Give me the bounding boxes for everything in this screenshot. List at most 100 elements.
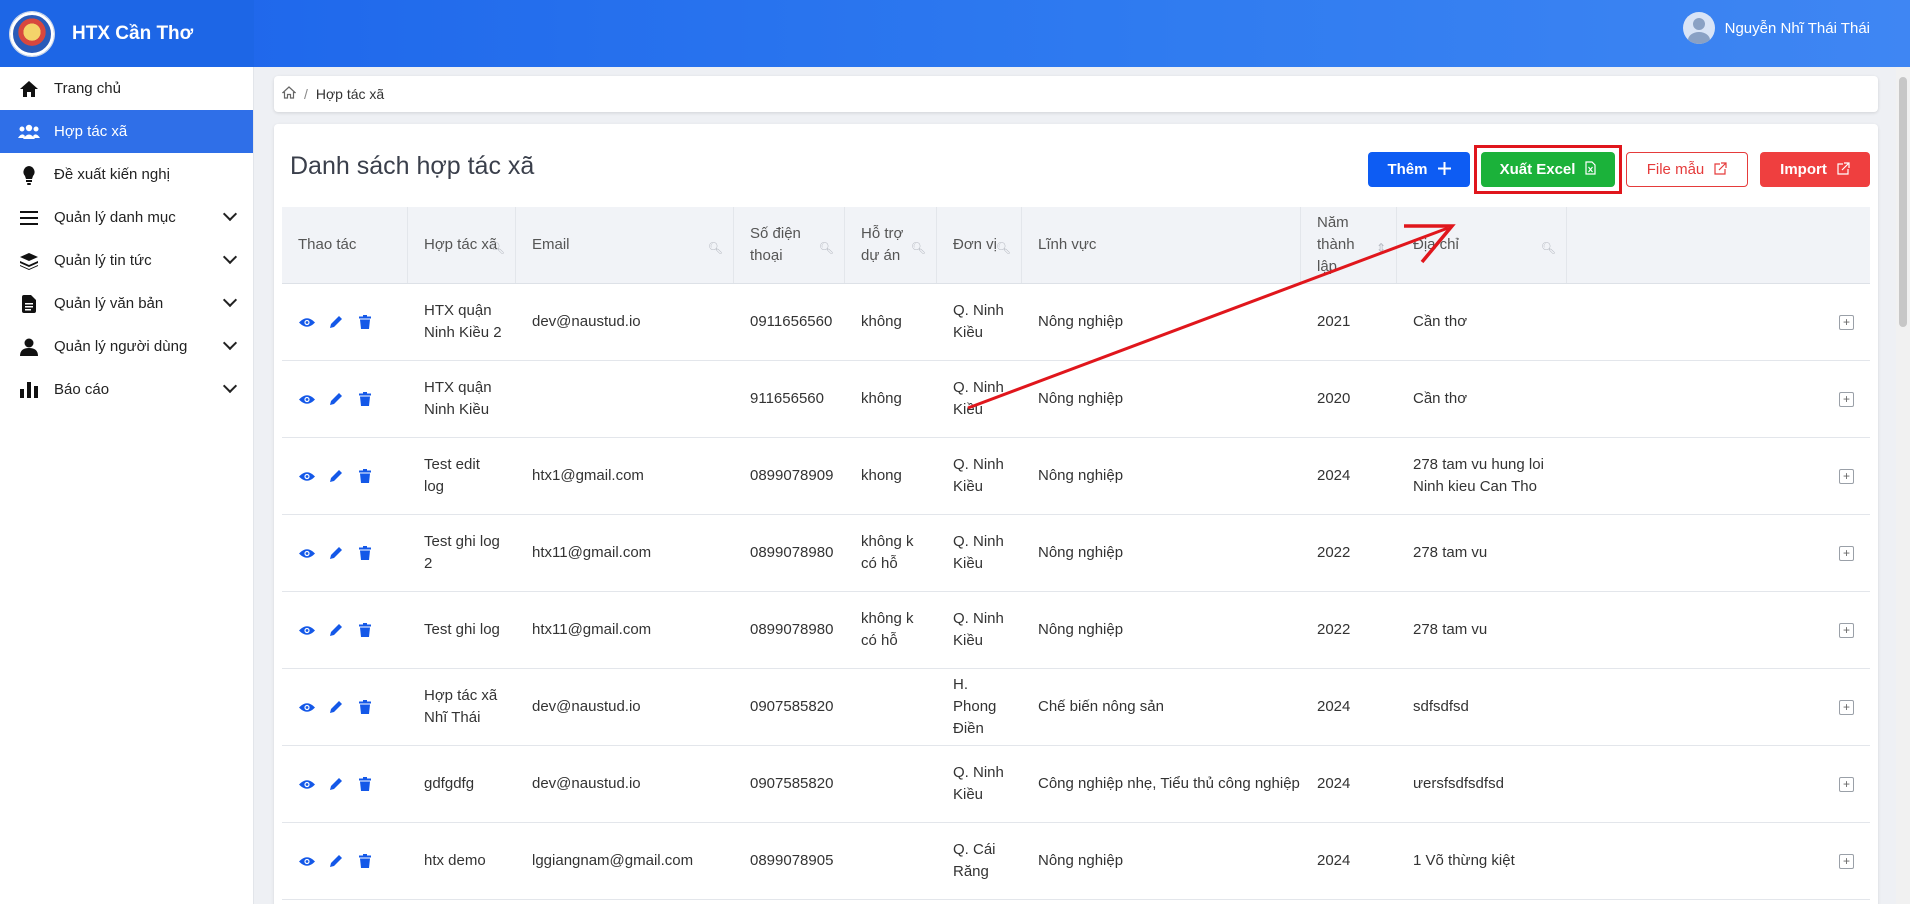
delete-icon[interactable] — [356, 314, 373, 331]
column-header-cooperative[interactable]: Hợp tác xã 🔍︎ — [408, 207, 516, 283]
delete-icon[interactable] — [356, 545, 373, 562]
cell-phone-text: 0899078980 — [750, 544, 834, 561]
expand-row-icon[interactable]: + — [1839, 622, 1854, 638]
search-icon[interactable]: 🔍︎ — [911, 237, 926, 259]
view-icon[interactable] — [298, 699, 315, 716]
add-button[interactable]: Thêm — [1368, 152, 1470, 187]
expand-row-icon[interactable]: + — [1839, 314, 1854, 330]
expand-row-icon[interactable]: + — [1839, 699, 1854, 715]
view-icon[interactable] — [298, 391, 315, 408]
view-icon[interactable] — [298, 853, 315, 870]
column-header-email[interactable]: Email 🔍︎ — [516, 207, 734, 283]
header-label: Email — [532, 236, 570, 253]
search-icon[interactable]: 🔍︎ — [1541, 237, 1556, 259]
cell-year-text: 2024 — [1317, 698, 1351, 715]
sidebar-item-home[interactable]: Trang chủ — [0, 67, 253, 110]
edit-icon[interactable] — [327, 545, 344, 562]
cell-year: 2021 — [1301, 284, 1397, 360]
scrollbar[interactable] — [1896, 67, 1910, 904]
expand-row-icon[interactable]: + — [1839, 391, 1854, 407]
cell-cooperative-text: HTX quận Ninh Kiều — [424, 379, 492, 418]
column-header-address[interactable]: Địa chỉ 🔍︎ — [1397, 207, 1567, 283]
avatar-icon — [1682, 12, 1715, 44]
search-icon[interactable]: 🔍︎ — [490, 237, 505, 259]
cell-support: không k có hỗ — [845, 592, 937, 668]
home-icon[interactable] — [281, 86, 297, 102]
column-header-support[interactable]: Hỗ trợ dự án 🔍︎ — [845, 207, 937, 283]
cell-phone: 911656560 — [734, 361, 845, 437]
delete-icon[interactable] — [356, 622, 373, 639]
edit-icon[interactable] — [327, 314, 344, 331]
column-header-year[interactable]: Năm thành lập ⇕ — [1301, 207, 1397, 283]
cell-support — [845, 746, 937, 822]
cell-unit-text: Q. Ninh Kiều — [953, 379, 1004, 418]
expand-row-icon[interactable]: + — [1839, 853, 1854, 869]
edit-icon[interactable] — [327, 622, 344, 639]
chevron-down-icon — [222, 378, 238, 394]
app-name: HTX Cần Thơ — [72, 22, 194, 44]
import-button[interactable]: Import — [1760, 152, 1870, 187]
edit-icon[interactable] — [327, 776, 344, 793]
brand[interactable]: HTX Cần Thơ — [0, 0, 254, 67]
cell-unit: Q. Ninh Kiều — [937, 592, 1022, 668]
delete-icon[interactable] — [356, 468, 373, 485]
header-label: Đơn vị — [953, 236, 998, 253]
header-label: Số điện thoại — [750, 225, 801, 264]
sidebar-item-reports[interactable]: Báo cáo — [0, 368, 253, 411]
cell-email-text: dev@naustud.io — [532, 698, 641, 715]
sidebar-item-proposals[interactable]: Đề xuất kiến nghị — [0, 153, 253, 196]
expand-row-icon[interactable]: + — [1839, 545, 1854, 561]
view-icon[interactable] — [298, 314, 315, 331]
search-icon[interactable]: 🔍︎ — [996, 237, 1011, 259]
cell-cooperative-text: Test edit log — [424, 456, 480, 495]
template-file-button[interactable]: File mẫu — [1626, 152, 1748, 187]
expand-row-icon[interactable]: + — [1839, 776, 1854, 792]
sidebar-item-categories[interactable]: Quản lý danh mục — [0, 196, 253, 239]
edit-icon[interactable] — [327, 391, 344, 408]
view-icon[interactable] — [298, 776, 315, 793]
delete-icon[interactable] — [356, 699, 373, 716]
view-icon[interactable] — [298, 468, 315, 485]
cell-email: dev@naustud.io — [516, 284, 734, 360]
sidebar-item-users[interactable]: Quản lý người dùng — [0, 325, 253, 368]
cell-year: 2022 — [1301, 592, 1397, 668]
view-icon[interactable] — [298, 622, 315, 639]
cell-email-text: dev@naustud.io — [532, 313, 641, 330]
sidebar-item-label: Trang chủ — [54, 80, 121, 97]
sidebar-item-news[interactable]: Quản lý tin tức — [0, 239, 253, 282]
column-header-field[interactable]: Lĩnh vực — [1022, 207, 1301, 283]
edit-icon[interactable] — [327, 699, 344, 716]
header-label: Địa chỉ — [1413, 236, 1459, 253]
cell-field: Nông nghiệp — [1022, 284, 1301, 360]
table-row: Test edit log htx1@gmail.com 0899078909 kho… — [282, 438, 1870, 515]
view-icon[interactable] — [298, 545, 315, 562]
sidebar-item-documents[interactable]: Quản lý văn bản — [0, 282, 253, 325]
cell-support: khong — [845, 438, 937, 514]
edit-icon[interactable] — [327, 468, 344, 485]
delete-icon[interactable] — [356, 391, 373, 408]
layers-icon — [18, 250, 40, 272]
edit-icon[interactable] — [327, 853, 344, 870]
user-menu[interactable]: Nguyễn Nhĩ Thái Thái — [1682, 12, 1870, 44]
sidebar-item-label: Quản lý tin tức — [54, 252, 152, 269]
search-icon[interactable]: 🔍︎ — [708, 237, 723, 259]
user-name: Nguyễn Nhĩ Thái Thái — [1724, 19, 1870, 37]
delete-icon[interactable] — [356, 776, 373, 793]
cell-expand: + — [1567, 284, 1870, 360]
expand-row-icon[interactable]: + — [1839, 468, 1854, 484]
scrollbar-thumb[interactable] — [1899, 77, 1907, 327]
header-label: Thao tác — [298, 236, 357, 253]
cell-actions — [282, 669, 408, 745]
search-icon[interactable]: 🔍︎ — [819, 237, 834, 259]
sort-icon[interactable]: ⇕ — [1376, 237, 1386, 259]
import-button-label: Import — [1780, 161, 1827, 178]
cell-year: 2024 — [1301, 746, 1397, 822]
column-header-phone[interactable]: Số điện thoại 🔍︎ — [734, 207, 845, 283]
cell-field-text: Chế biến nông sản — [1038, 698, 1164, 715]
delete-icon[interactable] — [356, 853, 373, 870]
cell-year-text: 2024 — [1317, 852, 1351, 869]
sidebar-item-label: Quản lý người dùng — [54, 338, 188, 355]
column-header-unit[interactable]: Đơn vị 🔍︎ — [937, 207, 1022, 283]
column-header-actions: Thao tác — [282, 207, 408, 283]
sidebar-item-cooperatives[interactable]: Hợp tác xã — [0, 110, 253, 153]
